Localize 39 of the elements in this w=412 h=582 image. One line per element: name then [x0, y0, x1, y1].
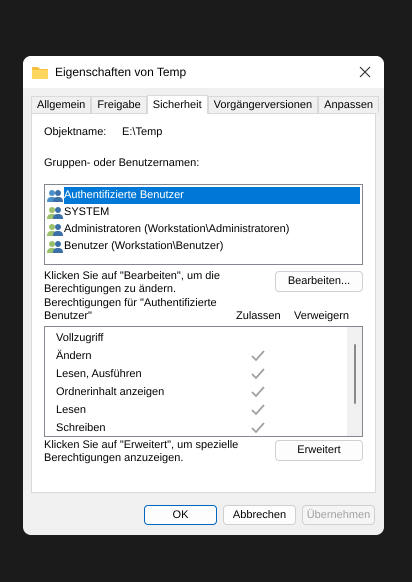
permission-name: Lesen, Ausführen	[56, 366, 143, 382]
users-icon	[47, 188, 63, 202]
tab[interactable]: Sicherheit	[146, 95, 208, 114]
permission-name: Schreiben	[56, 420, 107, 436]
users-icon	[47, 206, 63, 220]
check-icon	[251, 404, 265, 416]
group-item[interactable]: Benutzer (Workstation\Benutzer)	[47, 238, 360, 255]
advanced-button[interactable]: Erweitert	[275, 440, 363, 461]
edit-button[interactable]: Bearbeiten...	[275, 271, 363, 292]
permission-name: Vollzugriff	[56, 330, 104, 346]
object-label: Objektname:	[44, 125, 108, 140]
permissions-label: Berechtigungen für "Authentifizierte Benutzer"	[44, 297, 218, 323]
tab[interactable]: Freigabe	[91, 96, 147, 113]
users-icon	[47, 240, 63, 254]
group-item[interactable]: Administratoren (Workstation\Administratoren)	[47, 221, 360, 238]
permission-name: Ändern	[56, 348, 92, 364]
folder-icon	[32, 66, 48, 78]
edit-hint: Klicken Sie auf "Bearbeiten", um die Berechtigungen zu ändern.	[44, 270, 221, 296]
tab[interactable]: Allgemein	[31, 96, 92, 113]
groups-label: Gruppen- oder Benutzernamen:	[44, 156, 200, 170]
group-item[interactable]: SYSTEM	[47, 204, 360, 221]
tab[interactable]: Vorgängerversionen	[208, 96, 318, 113]
check-icon	[251, 368, 265, 380]
check-icon	[251, 422, 265, 434]
dialog-button[interactable]: OK	[144, 505, 217, 525]
advanced-hint: Klicken Sie auf "Erweitert", um spezielle Berechtigungen anzuzeigen.	[44, 439, 240, 465]
object-value: E:\Temp	[122, 125, 162, 140]
dialog-button[interactable]: Abbrechen	[223, 505, 296, 525]
column-header: Zulassen	[236, 310, 282, 323]
permission-name: Ordnerinhalt anzeigen	[56, 384, 166, 400]
column-header: Verweigern	[294, 310, 350, 323]
users-icon	[47, 222, 63, 236]
scrollbar[interactable]	[347, 327, 362, 436]
window-title: Eigenschaften von Temp	[55, 64, 188, 81]
permission-name: Lesen	[56, 402, 87, 418]
tab[interactable]: Anpassen	[318, 96, 380, 113]
check-icon	[251, 350, 265, 362]
check-icon	[251, 386, 265, 398]
close-icon[interactable]	[359, 66, 371, 78]
